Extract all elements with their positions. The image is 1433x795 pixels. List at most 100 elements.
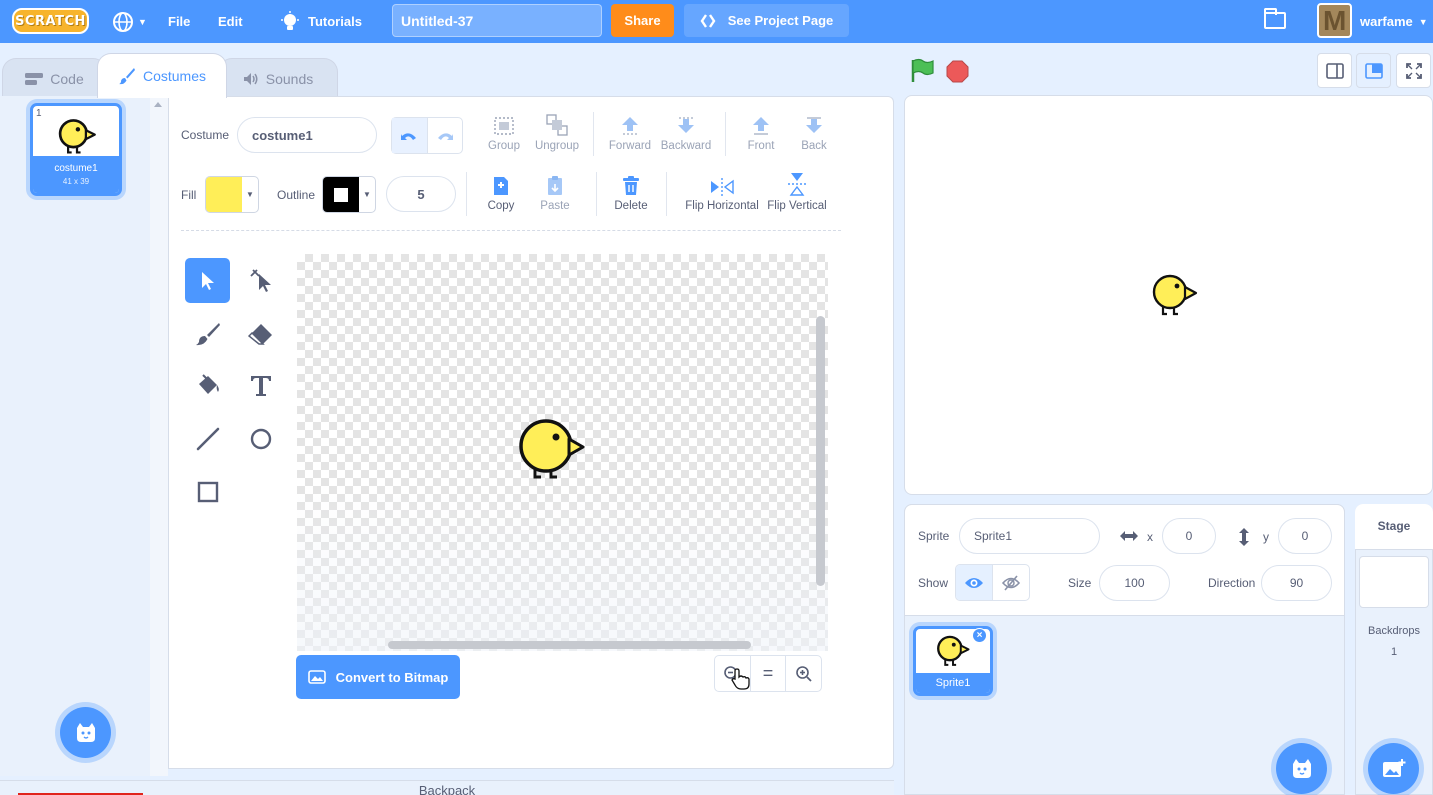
- scratch-logo[interactable]: SCRATCH: [12, 8, 89, 34]
- reshape-pointer-icon: [249, 268, 271, 292]
- flip-horizontal-icon: [711, 178, 734, 196]
- delete-sprite-icon[interactable]: ×: [972, 628, 987, 643]
- sprite-tile-name: Sprite1: [916, 673, 990, 693]
- backpack-label: Backpack: [418, 783, 476, 795]
- small-stage-button[interactable]: [1317, 53, 1352, 88]
- back-label: Back: [801, 140, 827, 152]
- copy-icon: [494, 177, 508, 195]
- forward-button[interactable]: Forward: [607, 116, 653, 152]
- copy-button[interactable]: Copy: [486, 176, 516, 212]
- costume-list: [0, 96, 152, 776]
- eraser-icon: [247, 323, 272, 345]
- image-icon: [307, 670, 326, 684]
- canvas-horizontal-scrollbar[interactable]: [388, 641, 751, 649]
- canvas-vertical-scrollbar[interactable]: [816, 316, 825, 586]
- stop-sign-icon[interactable]: [946, 60, 969, 83]
- choose-sprite-button[interactable]: [1276, 743, 1327, 794]
- zoom-in-button[interactable]: [786, 656, 821, 691]
- choose-backdrop-button[interactable]: [1368, 743, 1419, 794]
- tab-costumes-label: Costumes: [142, 68, 207, 84]
- tab-costumes[interactable]: Costumes: [97, 53, 227, 98]
- tutorials-menu[interactable]: Tutorials: [280, 0, 362, 43]
- costume-number: 1: [36, 108, 42, 119]
- brush-tool[interactable]: [185, 311, 230, 356]
- flip-horizontal-button[interactable]: Flip Horizontal: [685, 176, 759, 212]
- brush-icon: [195, 322, 220, 345]
- delete-button[interactable]: Delete: [612, 176, 650, 212]
- zoom-reset-button[interactable]: =: [751, 656, 787, 691]
- costume-name-label: Costume: [181, 128, 230, 142]
- scroll-up-arrow-icon[interactable]: [154, 102, 162, 107]
- choose-costume-button[interactable]: [60, 707, 111, 758]
- sprite-name-input[interactable]: [959, 518, 1100, 554]
- front-button[interactable]: Front: [743, 116, 779, 152]
- select-tool[interactable]: [185, 258, 230, 303]
- file-menu[interactable]: File: [168, 0, 190, 43]
- language-menu[interactable]: ▼: [112, 0, 147, 43]
- eraser-tool[interactable]: [238, 311, 283, 356]
- large-stage-button[interactable]: [1356, 53, 1391, 88]
- eye-slash-icon: [1001, 574, 1021, 591]
- fill-color-picker[interactable]: ▼: [205, 176, 259, 213]
- text-tool[interactable]: [238, 363, 283, 408]
- tab-code[interactable]: Code: [2, 58, 107, 98]
- arrow-pointer-icon: [201, 271, 214, 290]
- chick-costume-drawing[interactable]: [516, 417, 586, 481]
- forward-arrow-icon: [622, 117, 638, 135]
- tab-sounds-label: Sounds: [265, 70, 314, 87]
- y-position-input[interactable]: [1278, 518, 1332, 554]
- account-menu[interactable]: warfame ▼: [1360, 0, 1428, 43]
- costume-list-scrollbar[interactable]: [150, 96, 168, 776]
- share-button[interactable]: Share: [611, 4, 674, 37]
- rectangle-tool[interactable]: [185, 469, 230, 514]
- see-project-label: See Project Page: [727, 13, 834, 28]
- undo-icon: [401, 132, 417, 140]
- edit-menu[interactable]: Edit: [218, 0, 243, 43]
- green-flag-icon[interactable]: [909, 58, 935, 84]
- my-stuff-folder-icon[interactable]: [1264, 8, 1286, 29]
- toolbar-divider: [593, 112, 594, 156]
- costume-name-input[interactable]: [237, 117, 377, 153]
- fullscreen-button[interactable]: [1396, 53, 1431, 88]
- bring-to-front-icon: [753, 117, 769, 135]
- paste-label: Paste: [540, 200, 570, 212]
- large-stage-icon: [1364, 62, 1383, 79]
- stage-thumbnail[interactable]: [1359, 556, 1429, 608]
- fill-tool[interactable]: [185, 363, 230, 408]
- see-project-page-button[interactable]: See Project Page: [684, 4, 849, 37]
- convert-to-bitmap-button[interactable]: Convert to Bitmap: [296, 655, 460, 699]
- backpack-panel[interactable]: Backpack: [0, 780, 894, 795]
- outline-width-input[interactable]: [386, 176, 456, 212]
- chevron-down-icon: ▼: [1418, 16, 1428, 27]
- back-button[interactable]: Back: [796, 116, 832, 152]
- reshape-tool[interactable]: [238, 258, 283, 303]
- chick-sprite-on-stage[interactable]: [1150, 272, 1198, 317]
- menu-bar: SCRATCH ▼ File Edit Tutorials Share See …: [0, 0, 1433, 43]
- x-position-input[interactable]: [1162, 518, 1216, 554]
- x-label: x: [1147, 530, 1153, 544]
- avatar[interactable]: [1317, 3, 1352, 38]
- redo-button[interactable]: [428, 118, 463, 153]
- costume-size: 41 x 39: [62, 177, 90, 186]
- project-title-input[interactable]: [392, 4, 602, 37]
- undo-button[interactable]: [392, 118, 428, 153]
- show-label: Show: [918, 576, 949, 590]
- ungroup-button[interactable]: Ungroup: [534, 114, 580, 152]
- paste-button[interactable]: Paste: [538, 176, 572, 212]
- small-stage-icon: [1325, 62, 1344, 79]
- outline-color-picker[interactable]: ▼: [322, 176, 376, 213]
- show-sprite-button[interactable]: [956, 565, 993, 600]
- flip-vertical-button[interactable]: Flip Vertical: [767, 173, 827, 212]
- group-button[interactable]: Group: [486, 116, 522, 152]
- circle-tool[interactable]: [238, 416, 283, 461]
- line-tool[interactable]: [185, 416, 230, 461]
- tab-sounds[interactable]: Sounds: [218, 58, 338, 98]
- backward-button[interactable]: Backward: [660, 116, 712, 152]
- direction-input[interactable]: [1261, 565, 1332, 601]
- backward-arrow-icon: [678, 117, 694, 133]
- hide-sprite-button[interactable]: [993, 565, 1029, 600]
- paintbrush-icon: [118, 68, 135, 85]
- code-blocks-icon: [25, 72, 44, 85]
- costume-tile[interactable]: 1 costume1 41 x 39: [30, 103, 122, 196]
- size-input[interactable]: [1099, 565, 1170, 601]
